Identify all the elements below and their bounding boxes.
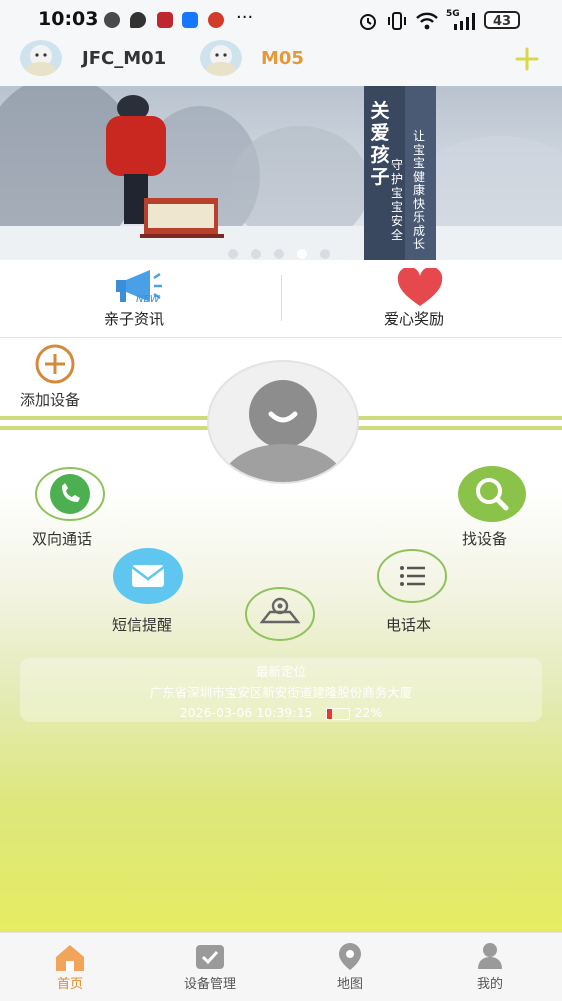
carousel-dots[interactable] bbox=[224, 244, 334, 260]
tab-device-manage-label: 设备管理 bbox=[183, 977, 236, 992]
find-device-button[interactable]: 找设备 bbox=[452, 466, 536, 552]
device-switcher: JFC_M01 M05 bbox=[0, 40, 562, 86]
device-battery-value: 22% bbox=[354, 705, 383, 720]
signal-icon bbox=[454, 13, 475, 30]
tab-map[interactable]: 地图 bbox=[280, 933, 420, 1001]
add-plus-icon[interactable] bbox=[510, 42, 544, 76]
tab-home-label: 首页 bbox=[56, 977, 83, 992]
call-label: 双向通话 bbox=[32, 530, 93, 548]
alarm-icon bbox=[360, 14, 376, 30]
map-pin-icon bbox=[339, 943, 361, 970]
quick-link-rewards[interactable]: 爱心奖励 bbox=[340, 260, 500, 337]
location-status: 最新定位 bbox=[255, 664, 306, 679]
tab-profile-label: 我的 bbox=[476, 977, 503, 992]
divider bbox=[281, 275, 282, 321]
sms-label: 短信提醒 bbox=[112, 616, 173, 634]
location-info[interactable]: 最新定位 广东省深圳市宝安区新安街道建隆股份商务大厦 2026-03-06 10… bbox=[20, 658, 542, 722]
tab-device-manage[interactable]: 设备管理 bbox=[140, 933, 280, 1001]
promo-banner[interactable]: 关爱孩子 守护宝宝安全 让宝宝健康快乐成长 bbox=[0, 86, 562, 260]
wifi-icon bbox=[416, 12, 438, 30]
find-label: 找设备 bbox=[462, 530, 508, 548]
banner-line2: 让宝宝健康快乐成长 bbox=[412, 129, 425, 251]
tab-map-label: 地图 bbox=[336, 977, 363, 992]
list-icon bbox=[377, 549, 447, 603]
phonebook-label: 电话本 bbox=[386, 616, 432, 634]
location-icon bbox=[245, 587, 315, 641]
app-icon bbox=[208, 12, 224, 28]
tab-profile[interactable]: 我的 bbox=[420, 933, 560, 1001]
quick-link-rewards-label: 爱心奖励 bbox=[384, 310, 445, 328]
device-battery-icon bbox=[326, 707, 351, 720]
envelope-icon bbox=[113, 548, 183, 604]
bottom-tab-bar: 首页 设备管理 地图 我的 bbox=[0, 932, 562, 1001]
phonebook-button[interactable]: 电话本 bbox=[372, 548, 456, 634]
vibrate-icon bbox=[388, 12, 406, 30]
device-name-1[interactable]: JFC_M01 bbox=[82, 48, 166, 69]
search-icon bbox=[458, 466, 526, 522]
news-app-icon bbox=[157, 12, 173, 28]
add-circle-icon bbox=[35, 344, 75, 384]
quick-link-news[interactable]: NEW 亲子资讯 bbox=[60, 260, 220, 337]
device-avatar-1[interactable] bbox=[20, 40, 62, 76]
two-way-call-button[interactable]: 双向通话 bbox=[30, 466, 114, 552]
add-device-button[interactable]: 添加设备 bbox=[18, 344, 98, 409]
wechat-icon bbox=[104, 12, 120, 28]
banner-line1: 守护宝宝安全 bbox=[390, 158, 403, 242]
home-icon bbox=[56, 945, 84, 971]
profile-icon bbox=[478, 943, 502, 969]
banner-title: 关爱孩子 bbox=[370, 100, 390, 188]
message-icon bbox=[130, 12, 146, 28]
phone-icon bbox=[35, 467, 105, 521]
status-bar: 10:03 ··· 5G 43 bbox=[0, 0, 562, 40]
heart-icon bbox=[397, 268, 443, 306]
device-name-2[interactable]: M05 bbox=[261, 48, 304, 69]
quick-links: NEW 亲子资讯 爱心奖励 bbox=[0, 260, 562, 338]
sms-reminder-button[interactable]: 短信提醒 bbox=[108, 548, 192, 634]
person-icon bbox=[221, 380, 345, 482]
banner-image bbox=[0, 86, 562, 260]
tab-home[interactable]: 首页 bbox=[0, 933, 140, 1001]
location-address: 广东省深圳市宝安区新安街道建隆股份商务大厦 bbox=[149, 685, 413, 700]
alipay-icon bbox=[182, 12, 198, 28]
new-badge: NEW bbox=[136, 294, 160, 305]
device-avatar-large[interactable] bbox=[207, 360, 359, 484]
status-time: 10:03 bbox=[38, 8, 99, 30]
device-avatar-2[interactable] bbox=[200, 40, 242, 76]
quick-link-news-label: 亲子资讯 bbox=[104, 310, 165, 328]
device-manage-icon bbox=[196, 945, 224, 969]
add-device-label: 添加设备 bbox=[20, 391, 81, 409]
more-notifications-icon: ··· bbox=[236, 7, 254, 28]
locate-button[interactable] bbox=[240, 584, 320, 644]
main-panel: 添加设备 双向通话 找设备 短信提醒 电话本 最新定位 广东省深圳市宝安区新安街… bbox=[0, 338, 562, 932]
location-time: 2026-03-06 10:39:15 bbox=[179, 705, 313, 720]
battery-indicator: 43 bbox=[484, 11, 520, 29]
